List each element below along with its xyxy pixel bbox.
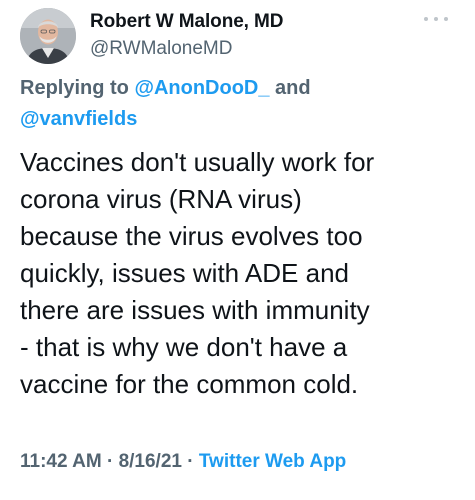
tweet-date[interactable]: 8/16/21 <box>119 451 182 472</box>
tweet-line: there are issues with immunity <box>20 295 370 325</box>
tweet-line: corona virus (RNA virus) <box>20 184 302 214</box>
profile-photo-icon <box>20 8 76 64</box>
dot <box>424 17 428 21</box>
tweet-body: Vaccines don't usually work for corona v… <box>20 144 470 403</box>
tweet-source-link[interactable]: Twitter Web App <box>199 451 346 472</box>
replying-to-line: Replying to @AnonDooD_ and <box>20 74 311 102</box>
dot <box>444 17 448 21</box>
reply-mention-anondood[interactable]: @AnonDooD_ <box>134 77 269 99</box>
tweet-line: vaccine for the common cold. <box>20 369 359 399</box>
author-handle[interactable]: @RWMaloneMD <box>90 38 232 60</box>
tweet-line: Vaccines don't usually work for <box>20 147 375 177</box>
author-name[interactable]: Robert W Malone, MD <box>90 11 283 33</box>
tweet-time[interactable]: 11:42 AM <box>20 451 102 472</box>
dot <box>434 17 438 21</box>
tweet-line: - that is why we don't have a <box>20 332 348 362</box>
more-horizontal-icon[interactable] <box>424 12 448 26</box>
reply-mention-vanvfields[interactable]: @vanvfields <box>20 105 137 133</box>
tweet: Robert W Malone, MD @RWMaloneMD Replying… <box>0 0 475 500</box>
replying-to-label: Replying to <box>20 77 135 99</box>
meta-separator: · <box>181 451 199 472</box>
meta-separator: · <box>101 451 119 472</box>
reply-joiner: and <box>269 77 311 99</box>
avatar[interactable] <box>20 8 76 64</box>
tweet-line: because the virus evolves too <box>20 221 363 251</box>
tweet-meta: 11:42 AM · 8/16/21 · Twitter Web App <box>20 451 346 473</box>
tweet-line: quickly, issues with ADE and <box>20 258 349 288</box>
